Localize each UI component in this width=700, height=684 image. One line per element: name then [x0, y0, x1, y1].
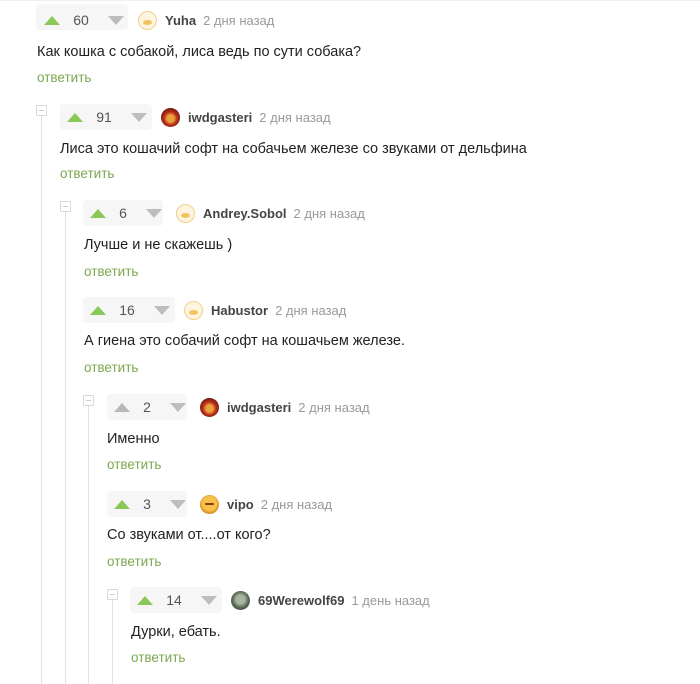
upvote-button[interactable]	[114, 499, 130, 509]
upvote-button[interactable]	[67, 112, 83, 122]
upvote-button[interactable]	[44, 15, 60, 25]
comment-time[interactable]: 2 дня назад	[259, 110, 330, 125]
reply-link[interactable]: ответить	[107, 554, 161, 569]
downvote-button[interactable]	[154, 305, 170, 315]
comment-score: 6	[119, 205, 127, 221]
upvote-button[interactable]	[114, 402, 130, 412]
comment-score: 16	[119, 302, 135, 318]
downvote-button[interactable]	[170, 402, 186, 412]
downvote-button[interactable]	[131, 112, 147, 122]
upvote-button[interactable]	[90, 208, 106, 218]
comment-time[interactable]: 2 дня назад	[298, 400, 369, 415]
comment-username[interactable]: iwdgasteri	[227, 400, 291, 415]
comment-text: Дурки, ебать.	[131, 624, 221, 640]
comment-text: Лучше и не скажешь )	[84, 237, 233, 253]
downvote-button[interactable]	[170, 499, 186, 509]
thread-line	[112, 598, 113, 684]
upvote-button[interactable]	[90, 305, 106, 315]
reply-link[interactable]: ответить	[131, 650, 185, 665]
collapse-thread-toggle[interactable]	[60, 201, 71, 212]
reply-link[interactable]: ответить	[84, 264, 138, 279]
collapse-thread-toggle[interactable]	[83, 395, 94, 406]
comment-text: Со звуками от....от кого?	[107, 527, 271, 543]
habustor-avatar[interactable]	[184, 300, 203, 320]
reply-link[interactable]: ответить	[107, 457, 161, 472]
reply-link[interactable]: ответить	[37, 70, 91, 85]
comment-text: Лиса это кошачий софт на собачьем железе…	[60, 141, 527, 157]
comment-username[interactable]: Habustor	[211, 303, 268, 318]
comment-score: 60	[73, 12, 89, 28]
comment-time[interactable]: 2 дня назад	[261, 497, 332, 512]
upvote-button[interactable]	[137, 595, 153, 605]
thread-line	[41, 114, 42, 684]
werewolf-avatar[interactable]	[231, 590, 250, 610]
andrey-sobol-avatar[interactable]	[176, 203, 195, 223]
comment-time[interactable]: 2 дня назад	[203, 13, 274, 28]
downvote-button[interactable]	[146, 208, 162, 218]
thread-line	[88, 404, 89, 684]
comment-username[interactable]: Andrey.Sobol	[203, 206, 287, 221]
reply-link[interactable]: ответить	[60, 166, 114, 181]
comment-text: Именно	[107, 431, 160, 447]
thread-line	[65, 210, 66, 684]
comment-text: А гиена это собачий софт на кошачьем жел…	[84, 333, 405, 349]
downvote-button[interactable]	[108, 15, 124, 25]
collapse-thread-toggle[interactable]	[107, 589, 118, 600]
iwdgasteri-avatar[interactable]	[161, 107, 180, 127]
comment-time[interactable]: 2 дня назад	[275, 303, 346, 318]
comment-score: 2	[143, 399, 151, 415]
comment-time[interactable]: 1 день назад	[351, 593, 429, 608]
comment-score: 91	[96, 109, 112, 125]
comment-username[interactable]: iwdgasteri	[188, 110, 252, 125]
top-divider	[0, 0, 700, 1]
vipo-avatar[interactable]	[200, 494, 219, 514]
comment-score: 14	[166, 592, 182, 608]
yuha-avatar[interactable]	[138, 10, 157, 30]
collapse-thread-toggle[interactable]	[36, 105, 47, 116]
iwdgasteri-avatar[interactable]	[200, 397, 219, 417]
comment-username[interactable]: Yuha	[165, 13, 196, 28]
comment-username[interactable]: 69Werewolf69	[258, 593, 344, 608]
reply-link[interactable]: ответить	[84, 360, 138, 375]
comment-text: Как кошка с собакой, лиса ведь по сути с…	[37, 44, 362, 60]
comment-username[interactable]: vipo	[227, 497, 254, 512]
downvote-button[interactable]	[201, 595, 217, 605]
comment-score: 3	[143, 496, 151, 512]
comment-time[interactable]: 2 дня назад	[294, 206, 365, 221]
